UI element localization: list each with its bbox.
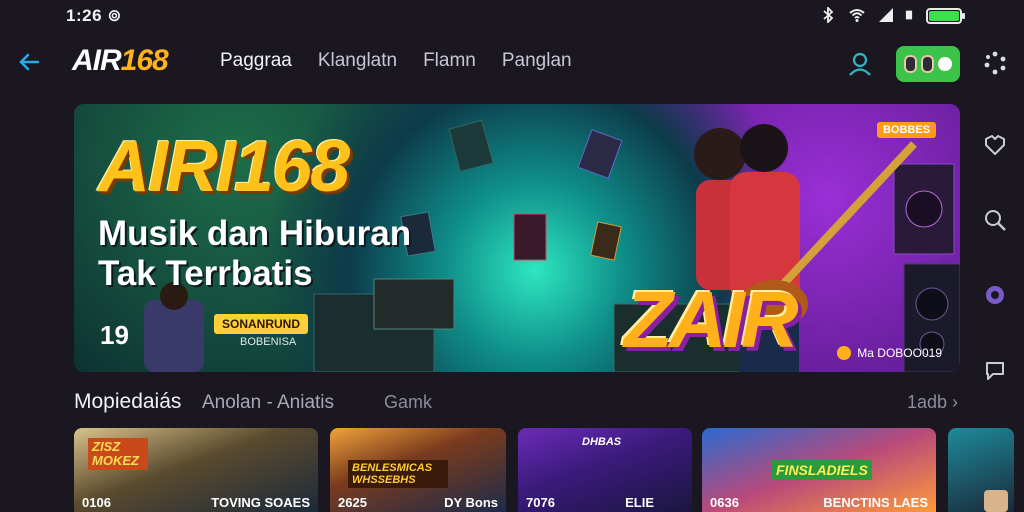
heart-icon <box>985 135 1005 155</box>
card-caption-left: 2625 <box>338 495 367 510</box>
nav-item-3[interactable]: Flamn <box>423 50 476 72</box>
card-caption-left: 0106 <box>82 495 111 510</box>
card-caption: 0106 TOVING SOAES <box>82 495 310 510</box>
sim-icon <box>905 10 913 20</box>
game-card[interactable]: DHBAS 7076 ELIE <box>518 428 692 512</box>
status-bar: 1:26 ⊚ <box>0 0 1024 30</box>
hero-footer: Ma DOBOO019 <box>837 346 942 360</box>
user-icon <box>849 52 871 76</box>
search-button[interactable] <box>980 205 1010 235</box>
card-caption: 2625 DY Bons <box>338 495 498 510</box>
card-caption: 7076 ELIE <box>526 495 684 510</box>
section-header: Mopiedaiás Anolan - Aniatis Gamk 1adb › <box>74 388 960 418</box>
game-card[interactable]: FINSLADIELS 0636 BENCTINS LAES <box>702 428 936 512</box>
hero-subtitle: Musik dan Hiburan Tak Terrbatis <box>98 214 411 294</box>
hero-chip: SONANRUND <box>214 314 308 334</box>
more-button[interactable] <box>982 50 1008 76</box>
nav-item-2[interactable]: Klanglatn <box>318 50 397 72</box>
favorite-button[interactable] <box>980 130 1010 160</box>
card-banner: DHBAS <box>582 436 622 448</box>
avatar[interactable] <box>984 490 1008 512</box>
hero-chip-subtext: BOBENISA <box>240 336 297 348</box>
hero-title: AIRI168 <box>98 127 350 207</box>
right-rail <box>980 130 1010 445</box>
card-caption-right: BENCTINS LAES <box>823 495 928 510</box>
see-more-link[interactable]: 1adb › <box>907 392 958 413</box>
card-caption-right: TOVING SOAES <box>211 495 310 510</box>
logo-text-orange: 168 <box>120 44 169 77</box>
account-pill-button[interactable] <box>896 46 960 82</box>
card-caption-right: ELIE <box>625 495 654 510</box>
coin-icon <box>837 346 852 360</box>
wifi-icon <box>849 9 865 22</box>
card-caption: 0636 BENCTINS LAES <box>710 495 928 510</box>
hero-badge-number: 19 <box>100 320 129 350</box>
bluetooth-icon <box>823 7 834 23</box>
status-time: 1:26 ⊚ <box>66 6 122 25</box>
more-dots-icon <box>984 51 1006 75</box>
status-icons <box>820 7 914 23</box>
hero-footer-text: Ma DOBOO019 <box>857 346 942 360</box>
game-cards-row: ZISZ MOKEZ 0106 TOVING SOAES BENLESMICAS … <box>74 428 1014 512</box>
profile-button[interactable] <box>846 50 874 78</box>
hero-tag: BOBBES <box>876 122 936 138</box>
hero-subtitle-line-2: Tak Terrbatis <box>98 254 313 293</box>
nav-item-1[interactable]: Paggraa <box>220 50 292 72</box>
card-banner: ZISZ MOKEZ <box>88 438 148 470</box>
search-icon <box>985 210 1006 231</box>
section-title: Mopiedaiás <box>74 390 182 413</box>
section-tab[interactable]: Gamk <box>384 392 432 413</box>
back-arrow-icon <box>19 53 40 71</box>
card-banner: BENLESMICAS WHSSEBHS <box>348 460 448 488</box>
chat-button[interactable] <box>980 355 1010 385</box>
hero-subtitle-line-1: Musik dan Hiburan <box>98 214 412 253</box>
hero-zair-logo: ZAIR <box>624 275 799 364</box>
card-caption-right: DY Bons <box>444 495 498 510</box>
app-logo[interactable]: AIR168 <box>72 44 169 78</box>
nav-item-4[interactable]: Panglan <box>502 50 572 72</box>
card-caption-left: 7076 <box>526 495 555 510</box>
back-button[interactable] <box>14 48 46 76</box>
section-subtitle[interactable]: Anolan - Aniatis <box>202 392 334 414</box>
battery-icon <box>926 8 965 24</box>
card-banner: FINSLADIELS <box>772 460 872 480</box>
chat-icon <box>986 362 1004 380</box>
avatar <box>904 55 917 73</box>
status-dot-icon <box>938 57 952 71</box>
settings-button[interactable] <box>980 280 1010 310</box>
top-header: AIR168 Paggraa Klanglatn Flamn Panglan <box>0 38 1024 88</box>
avatar <box>921 55 934 73</box>
game-card[interactable]: BENLESMICAS WHSSEBHS 2625 DY Bons <box>330 428 506 512</box>
settings-icon <box>986 286 1004 304</box>
logo-text-white: AIR <box>72 44 122 77</box>
main-nav: Paggraa Klanglatn Flamn Panglan <box>220 50 572 72</box>
hero-banner[interactable]: AIRI168 Musik dan Hiburan Tak Terrbatis … <box>74 104 960 372</box>
game-card[interactable]: ZISZ MOKEZ 0106 TOVING SOAES <box>74 428 318 512</box>
signal-icon <box>879 8 893 22</box>
card-caption-left: 0636 <box>710 495 739 510</box>
